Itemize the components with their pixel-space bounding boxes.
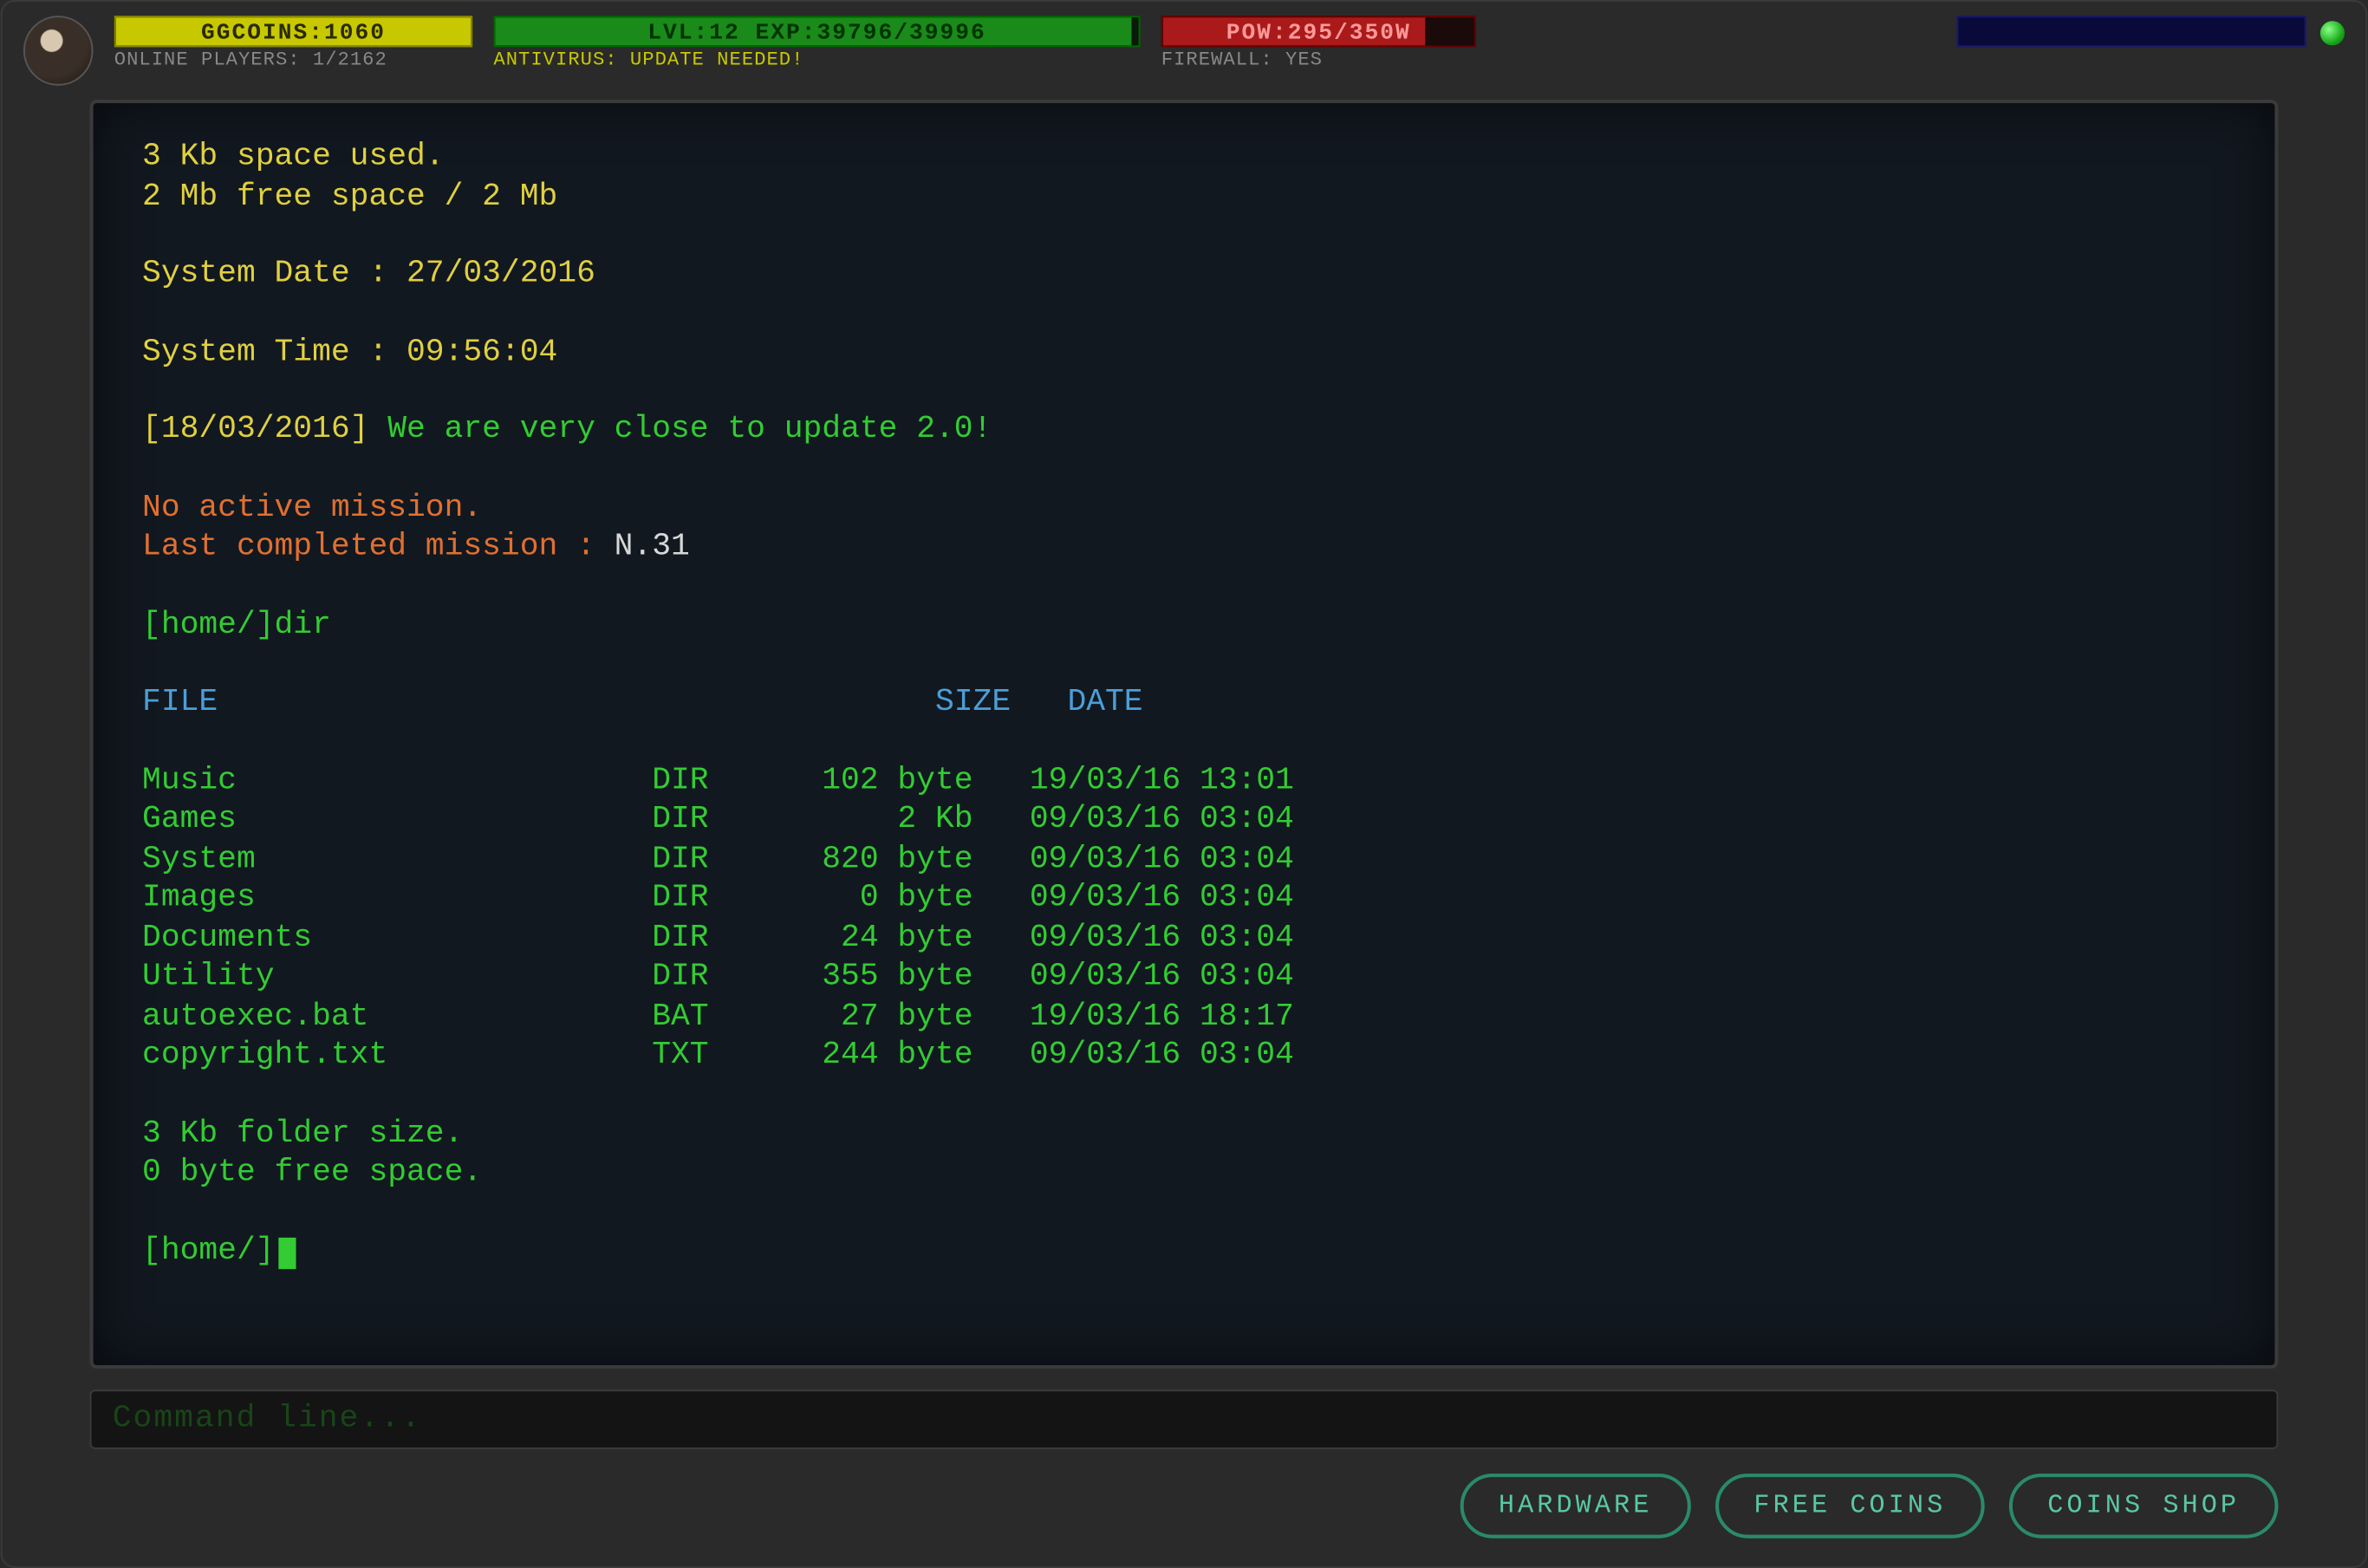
- dir-header: FILE SIZE DATE: [142, 684, 2226, 723]
- status-led-icon: [2320, 21, 2345, 45]
- file-row: Utility DIR 355 byte 09/03/16 03:04: [142, 958, 2226, 997]
- exp-group: LVL:12 EXP:39796/39996 ANTIVIRUS: UPDATE…: [493, 16, 1140, 72]
- file-row: Documents DIR 24 byte 09/03/16 03:04: [142, 919, 2226, 958]
- right-group: [1956, 16, 2345, 47]
- last-mission: Last completed mission : N.31: [142, 528, 2226, 567]
- terminal[interactable]: 3 Kb space used. 2 Mb free space / 2 Mb …: [90, 100, 2279, 1369]
- firewall-status: FIREWALL: YES: [1161, 50, 1476, 71]
- free-space-end: 0 byte free space.: [142, 1154, 2226, 1193]
- antivirus-status: ANTIVIRUS: UPDATE NEEDED!: [493, 50, 1140, 71]
- game-window: GGCOINS:1060 ONLINE PLAYERS: 1/2162 LVL:…: [1, 0, 2368, 1568]
- hardware-button[interactable]: HARDWARE: [1460, 1474, 1691, 1539]
- folder-size: 3 Kb folder size.: [142, 1115, 2226, 1154]
- exp-label: LVL:12 EXP:39796/39996: [647, 18, 986, 44]
- prompt-dir: [home/]dir: [142, 606, 2226, 645]
- file-row: System DIR 820 byte 09/03/16 03:04: [142, 840, 2226, 879]
- prompt: [home/]: [142, 1232, 2226, 1271]
- file-row: autoexec.bat BAT 27 byte 19/03/16 18:17: [142, 998, 2226, 1037]
- free-space: 2 Mb free space / 2 Mb: [142, 178, 2226, 217]
- free-coins-button[interactable]: FREE COINS: [1715, 1474, 1985, 1539]
- file-row: Images DIR 0 byte 09/03/16 03:04: [142, 879, 2226, 918]
- coins-group: GGCOINS:1060 ONLINE PLAYERS: 1/2162: [114, 16, 472, 72]
- online-players: ONLINE PLAYERS: 1/2162: [114, 50, 472, 71]
- cursor-icon: [278, 1237, 296, 1268]
- bottom-bar: HARDWARE FREE COINS COINS SHOP: [3, 1449, 2366, 1566]
- exp-bar[interactable]: LVL:12 EXP:39796/39996: [493, 16, 1140, 47]
- pow-group: POW:295/350W FIREWALL: YES: [1161, 16, 1476, 72]
- news-line: [18/03/2016] We are very close to update…: [142, 411, 2226, 450]
- space-used: 3 Kb space used.: [142, 138, 2226, 177]
- file-row: Music DIR 102 byte 19/03/16 13:01: [142, 761, 2226, 800]
- system-date: System Date : 27/03/2016: [142, 255, 2226, 294]
- command-line-wrap: [90, 1389, 2279, 1449]
- coins-bar[interactable]: GGCOINS:1060: [114, 16, 472, 47]
- file-row: copyright.txt TXT 244 byte 09/03/16 03:0…: [142, 1037, 2226, 1076]
- avatar[interactable]: [23, 16, 94, 86]
- coins-shop-button[interactable]: COINS SHOP: [2009, 1474, 2279, 1539]
- terminal-frame: 3 Kb space used. 2 Mb free space / 2 Mb …: [90, 100, 2279, 1369]
- system-time: System Time : 09:56:04: [142, 333, 2226, 372]
- pow-bar[interactable]: POW:295/350W: [1161, 16, 1476, 47]
- notification-box[interactable]: [1956, 16, 2306, 47]
- file-row: Games DIR 2 Kb 09/03/16 03:04: [142, 801, 2226, 840]
- top-bar: GGCOINS:1060 ONLINE PLAYERS: 1/2162 LVL:…: [3, 2, 2366, 89]
- command-input[interactable]: [90, 1389, 2279, 1449]
- pow-label: POW:295/350W: [1226, 18, 1411, 44]
- no-mission: No active mission.: [142, 489, 2226, 528]
- coins-label: GGCOINS:1060: [201, 18, 386, 44]
